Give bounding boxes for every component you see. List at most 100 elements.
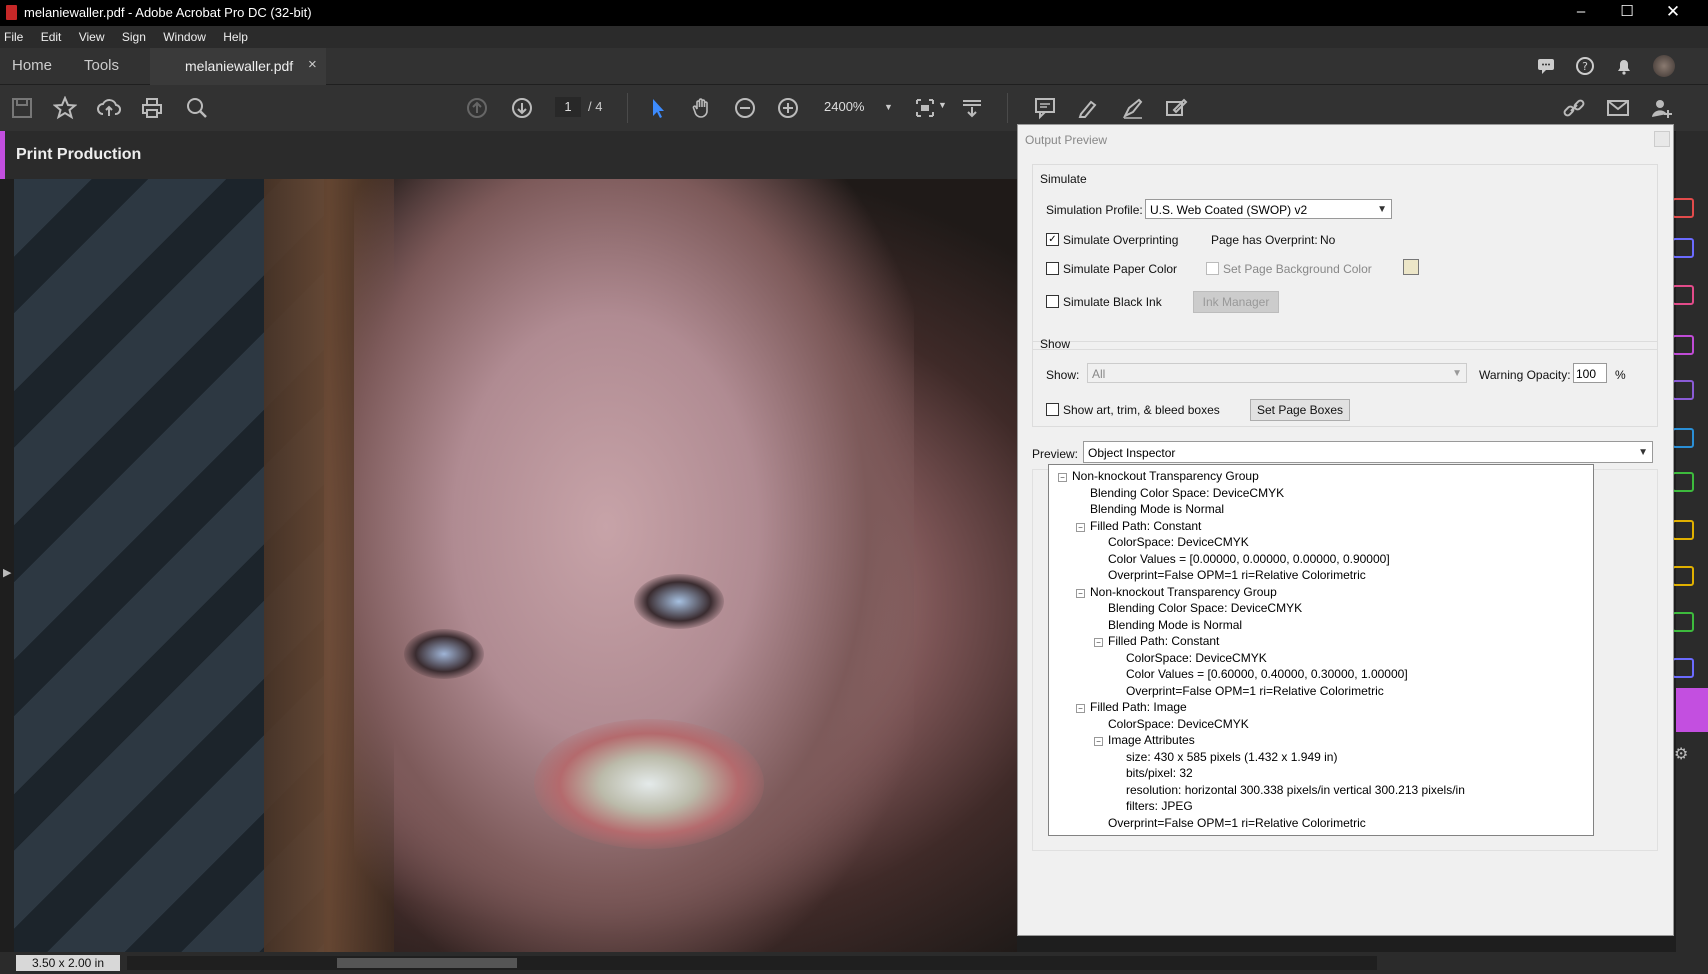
zoom-level-select[interactable]: 2400% ▼ <box>824 97 896 117</box>
tree-node[interactable]: Filled Path: Constant <box>1090 519 1201 533</box>
tree-node[interactable]: Overprint=False OPM=1 ri=Relative Colori… <box>1108 568 1366 582</box>
comment-icon[interactable] <box>1033 96 1057 120</box>
set-page-boxes-button[interactable]: Set Page Boxes <box>1250 399 1350 421</box>
page-down-icon[interactable] <box>510 96 534 120</box>
tree-node[interactable]: Overprint=False OPM=1 ri=Relative Colori… <box>1108 816 1366 830</box>
simulate-overprinting-checkbox[interactable]: ✓ <box>1046 233 1059 246</box>
background-color-swatch[interactable] <box>1403 259 1419 275</box>
tree-node[interactable]: ColorSpace: DeviceCMYK <box>1108 535 1249 549</box>
send-review-icon[interactable] <box>1672 566 1694 586</box>
horizontal-scrollbar[interactable] <box>127 956 1377 970</box>
tree-node[interactable]: Blending Mode is Normal <box>1108 618 1242 632</box>
close-tab-icon[interactable]: × <box>308 56 317 73</box>
tree-node[interactable]: filters: JPEG <box>1126 799 1193 813</box>
add-user-icon[interactable] <box>1650 96 1674 120</box>
simulate-paper-color-checkbox[interactable] <box>1046 262 1059 275</box>
tree-node[interactable]: bits/pixel: 32 <box>1126 766 1193 780</box>
tree-node[interactable]: Non-knockout Transparency Group <box>1090 585 1277 599</box>
menu-window[interactable]: Window <box>156 26 213 44</box>
tree-node[interactable]: Image Attributes <box>1108 733 1195 747</box>
combine-files-icon[interactable] <box>1672 238 1694 258</box>
tree-collapse-toggle[interactable]: − <box>1076 588 1085 598</box>
simulate-black-ink-checkbox[interactable] <box>1046 295 1059 308</box>
tree-collapse-toggle[interactable]: − <box>1058 473 1067 482</box>
more-tools-icon[interactable]: ⚙ <box>1674 744 1688 764</box>
tree-node[interactable]: Non-knockout Transparency Group <box>1072 469 1259 483</box>
print-production-tool-icon[interactable] <box>1676 688 1708 732</box>
show-boxes-checkbox[interactable] <box>1046 403 1059 416</box>
scroll-mode-icon[interactable] <box>960 96 984 120</box>
menu-help[interactable]: Help <box>216 26 255 44</box>
tree-node[interactable]: ColorSpace: DeviceCMYK <box>1108 717 1249 731</box>
fit-page-icon[interactable] <box>913 96 937 120</box>
sign-icon[interactable] <box>1121 96 1145 120</box>
bell-icon[interactable] <box>1614 56 1634 76</box>
zoom-out-icon[interactable] <box>733 96 757 120</box>
tab-home[interactable]: Home <box>12 57 52 74</box>
minimize-icon[interactable]: – <box>1558 0 1604 26</box>
organize-pages-icon[interactable] <box>1672 285 1694 305</box>
export-pdf-icon[interactable] <box>1672 428 1694 448</box>
preview-select[interactable]: Object Inspector ▼ <box>1083 441 1653 463</box>
upload-icon[interactable] <box>97 96 122 120</box>
warning-opacity-input[interactable]: 100 <box>1573 363 1607 383</box>
tree-node[interactable]: Color Values = [0.60000, 0.40000, 0.3000… <box>1126 667 1408 681</box>
tree-collapse-toggle[interactable]: − <box>1094 638 1103 647</box>
select-arrow-icon[interactable] <box>646 96 670 120</box>
print-icon[interactable] <box>140 96 164 120</box>
shield-icon[interactable] <box>1672 658 1694 678</box>
save-icon[interactable] <box>10 96 34 120</box>
highlight-icon[interactable] <box>1076 96 1100 120</box>
page-number-input[interactable]: 1 <box>555 97 581 117</box>
simulation-profile-select[interactable]: U.S. Web Coated (SWOP) v2 ▼ <box>1145 199 1392 219</box>
object-inspector-tree[interactable]: − Non-knockout Transparency Group Blending… <box>1048 464 1594 836</box>
menu-edit[interactable]: Edit <box>34 26 69 44</box>
page-up-icon[interactable] <box>465 96 489 120</box>
help-icon[interactable]: ? <box>1575 56 1595 76</box>
tree-node[interactable]: Blending Mode is Normal <box>1090 502 1224 516</box>
menu-view[interactable]: View <box>72 26 112 44</box>
tree-collapse-toggle[interactable]: − <box>1094 737 1103 746</box>
stamp-icon[interactable] <box>1164 96 1188 120</box>
ink-manager-button[interactable]: Ink Manager <box>1193 291 1279 313</box>
chevron-down-icon: ▼ <box>1452 368 1462 379</box>
tree-node[interactable]: Filled Path: Image <box>1090 700 1187 714</box>
tree-node[interactable]: resolution: horizontal 300.338 pixels/in… <box>1126 783 1465 797</box>
scan-icon[interactable] <box>1672 472 1694 492</box>
tree-node[interactable]: Overprint=False OPM=1 ri=Relative Colori… <box>1126 684 1384 698</box>
star-icon[interactable] <box>52 95 78 120</box>
create-pdf-icon[interactable] <box>1672 198 1694 218</box>
zoom-in-icon[interactable] <box>776 96 800 120</box>
protect-icon[interactable] <box>1672 612 1694 632</box>
link-icon[interactable] <box>1562 96 1586 120</box>
tab-document[interactable]: melaniewaller.pdf × <box>150 48 326 86</box>
zoom-search-icon[interactable] <box>185 96 209 120</box>
tab-tools[interactable]: Tools <box>84 57 119 74</box>
hand-icon[interactable] <box>690 96 714 120</box>
dialog-close-button[interactable] <box>1654 131 1670 147</box>
menu-sign[interactable]: Sign <box>115 26 153 44</box>
tree-node[interactable]: size: 430 x 585 pixels (1.432 x 1.949 in… <box>1126 750 1337 764</box>
tree-node[interactable]: Blending Color Space: DeviceCMYK <box>1108 601 1302 615</box>
avatar[interactable] <box>1653 55 1675 77</box>
tree-collapse-toggle[interactable]: − <box>1076 522 1085 532</box>
tree-node[interactable]: Blending Color Space: DeviceCMYK <box>1090 486 1284 500</box>
tree-node[interactable]: ColorSpace: DeviceCMYK <box>1126 651 1267 665</box>
comment-tool-icon[interactable] <box>1672 520 1694 540</box>
fit-options-chevron-icon[interactable]: ▼ <box>938 100 947 110</box>
close-icon[interactable]: ✕ <box>1650 0 1696 26</box>
edit-pdf-icon[interactable] <box>1672 335 1694 355</box>
tree-node[interactable]: Color Values = [0.00000, 0.00000, 0.0000… <box>1108 552 1390 566</box>
document-page-image[interactable] <box>14 179 1017 952</box>
menu-file[interactable]: File <box>0 26 30 44</box>
set-page-background-checkbox[interactable] <box>1206 262 1219 275</box>
show-select[interactable]: All ▼ <box>1087 363 1467 383</box>
fill-sign-icon[interactable] <box>1672 380 1694 400</box>
maximize-icon[interactable]: ☐ <box>1604 0 1650 26</box>
tree-node[interactable]: Filled Path: Constant <box>1108 634 1219 648</box>
scrollbar-thumb[interactable] <box>337 958 517 968</box>
chat-icon[interactable] <box>1536 56 1556 76</box>
mail-icon[interactable] <box>1606 96 1630 120</box>
tree-collapse-toggle[interactable]: − <box>1076 704 1085 713</box>
expand-left-pane-icon[interactable]: ▶ <box>3 566 11 579</box>
